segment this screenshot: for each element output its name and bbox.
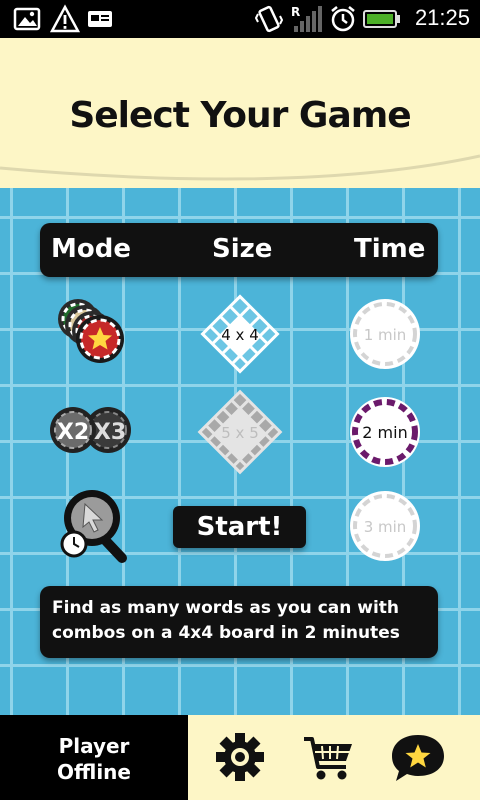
time-1min-label: 1 min (364, 326, 407, 344)
shop-cart-icon[interactable] (298, 727, 358, 787)
x3-label: X3 (94, 420, 126, 445)
alarm-icon (331, 6, 355, 32)
time-3min-label: 3 min (364, 518, 407, 536)
page-title: Select Your Game (69, 95, 411, 136)
player-label: Player (58, 734, 130, 758)
size-4x4-label: 4 x 4 (221, 326, 259, 344)
favorites-star-bubble-icon[interactable] (388, 727, 448, 787)
mode-search-timer-button[interactable] (58, 486, 130, 566)
time-2min-button[interactable]: 2 min (348, 395, 422, 469)
column-header-bar: Mode Size Time (40, 223, 438, 277)
player-status: Offline (57, 760, 131, 784)
vibrate-icon (255, 5, 283, 33)
game-description-panel: Find as many words as you can with combo… (40, 586, 438, 658)
mode-multiplier-button[interactable]: X2 X3 (48, 403, 136, 459)
time-2min-label: 2 min (362, 423, 407, 442)
email-icon (88, 11, 112, 27)
game-description-text: Find as many words as you can with combo… (52, 598, 400, 643)
status-clock: 21:25 (414, 5, 470, 30)
x2-label: X2 (57, 420, 89, 445)
settings-gear-icon[interactable] (210, 727, 270, 787)
time-3min-button[interactable]: 3 min (348, 489, 422, 563)
size-5x5-label: 5 x 5 (221, 424, 259, 442)
warning-icon (50, 4, 80, 33)
status-bar: R 21:25 (0, 0, 480, 38)
header-curve (0, 150, 480, 181)
column-size: Size (212, 234, 273, 264)
time-1min-button[interactable]: 1 min (348, 297, 422, 371)
gallery-icon (13, 7, 41, 31)
start-button[interactable]: Start! (173, 506, 306, 548)
player-status-button[interactable]: Player Offline (0, 715, 188, 800)
svg-text:R: R (291, 5, 300, 19)
battery-icon (363, 10, 400, 28)
mode-classic-button[interactable] (52, 297, 132, 369)
column-time: Time (354, 234, 426, 264)
size-5x5-button[interactable]: 5 x 5 (196, 388, 284, 476)
bottom-bar: Player Offline (0, 715, 480, 800)
size-4x4-button[interactable]: 4 x 4 (198, 292, 282, 376)
column-mode: Mode (51, 234, 131, 264)
roaming-signal-icon: R (291, 5, 322, 32)
